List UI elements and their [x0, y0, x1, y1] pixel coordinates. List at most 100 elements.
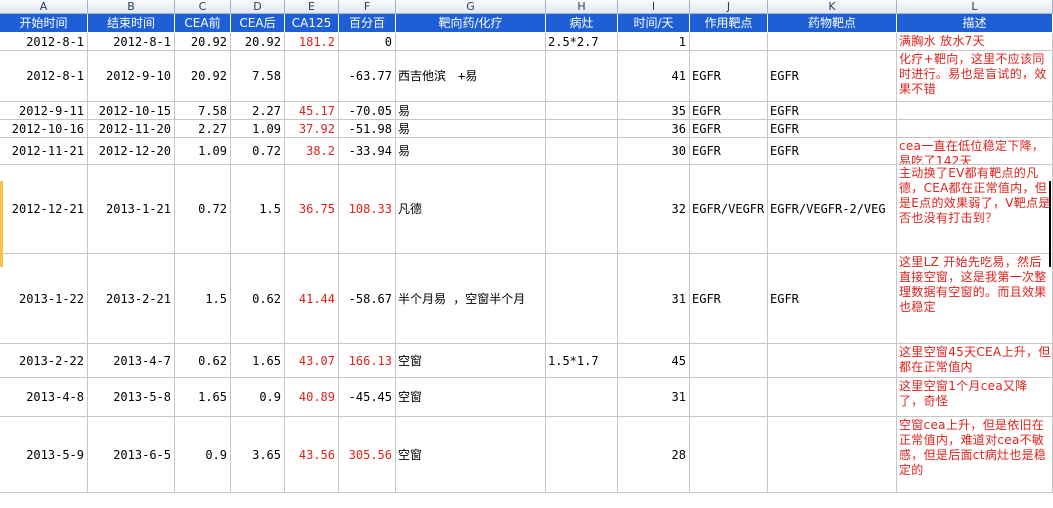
- cell-drug-target[interactable]: EGFR: [768, 138, 897, 165]
- column-header-f[interactable]: F: [339, 0, 396, 14]
- cell-drug[interactable]: [396, 33, 546, 51]
- cell-percent[interactable]: 305.56: [339, 417, 396, 493]
- cell-ca125[interactable]: 43.56: [285, 417, 339, 493]
- cell-ca125[interactable]: [285, 51, 339, 102]
- cell-drug[interactable]: 空窗: [396, 378, 546, 417]
- cell-percent[interactable]: -63.77: [339, 51, 396, 102]
- cell-cea-after[interactable]: 1.09: [231, 120, 285, 138]
- cell-cea-before[interactable]: 1.65: [175, 378, 231, 417]
- cell-start[interactable]: 2012-8-1: [0, 33, 88, 51]
- cell-days[interactable]: 32: [618, 165, 690, 254]
- column-header-c[interactable]: C: [175, 0, 231, 14]
- cell-percent[interactable]: 0: [339, 33, 396, 51]
- cell-drug[interactable]: 空窗: [396, 417, 546, 493]
- cell-drug-target[interactable]: EGFR: [768, 102, 897, 120]
- cell-percent[interactable]: -33.94: [339, 138, 396, 165]
- cell-days[interactable]: 28: [618, 417, 690, 493]
- cell-ca125[interactable]: 43.07: [285, 344, 339, 378]
- cell-days[interactable]: 30: [618, 138, 690, 165]
- cell-target[interactable]: EGFR: [690, 102, 768, 120]
- cell-start[interactable]: 2012-12-21: [0, 165, 88, 254]
- cell-cea-after[interactable]: 0.9: [231, 378, 285, 417]
- cell-days[interactable]: 31: [618, 378, 690, 417]
- cell-drug[interactable]: 凡德: [396, 165, 546, 254]
- column-header-l[interactable]: L: [897, 0, 1053, 14]
- cell-end[interactable]: 2013-2-21: [88, 254, 175, 344]
- cell-note[interactable]: 化疗+靶向，这里不应该同时进行。易也是盲试的，效果不错: [897, 51, 1053, 102]
- cell-lesion[interactable]: [546, 417, 618, 493]
- cell-drug[interactable]: 西吉他滨 +易: [396, 51, 546, 102]
- cell-cea-after[interactable]: 7.58: [231, 51, 285, 102]
- cell-percent[interactable]: 108.33: [339, 165, 396, 254]
- cell-percent[interactable]: -70.05: [339, 102, 396, 120]
- cell-cea-after[interactable]: 2.27: [231, 102, 285, 120]
- cell-days[interactable]: 35: [618, 102, 690, 120]
- cell-end[interactable]: 2013-4-7: [88, 344, 175, 378]
- cell-start[interactable]: 2013-5-9: [0, 417, 88, 493]
- cell-target[interactable]: [690, 33, 768, 51]
- cell-target[interactable]: EGFR: [690, 120, 768, 138]
- cell-note[interactable]: 这里空窗45天CEA上升，但都在正常值内: [897, 344, 1053, 378]
- cell-cea-before[interactable]: 1.5: [175, 254, 231, 344]
- cell-cea-after[interactable]: 20.92: [231, 33, 285, 51]
- cell-drug[interactable]: 易: [396, 102, 546, 120]
- cell-note[interactable]: [897, 120, 1053, 138]
- cell-drug[interactable]: 易: [396, 138, 546, 165]
- cell-days[interactable]: 1: [618, 33, 690, 51]
- cell-ca125[interactable]: 181.2: [285, 33, 339, 51]
- cell-drug[interactable]: 空窗: [396, 344, 546, 378]
- cell-end[interactable]: 2012-8-1: [88, 33, 175, 51]
- cell-note[interactable]: 这里LZ 开始先吃易，然后直接空窗，这是我第一次整理数据有空窗的。而且效果也稳定: [897, 254, 1053, 344]
- column-header-i[interactable]: I: [618, 0, 690, 14]
- cell-target[interactable]: [690, 417, 768, 493]
- cell-drug-target[interactable]: EGFR: [768, 120, 897, 138]
- cell-end[interactable]: 2013-6-5: [88, 417, 175, 493]
- cell-start[interactable]: 2013-1-22: [0, 254, 88, 344]
- header-cell-note[interactable]: 描述: [897, 14, 1053, 33]
- cell-cea-before[interactable]: 2.27: [175, 120, 231, 138]
- column-header-h[interactable]: H: [546, 0, 618, 14]
- header-cell-days[interactable]: 时间/天: [618, 14, 690, 33]
- cell-cea-after[interactable]: 0.62: [231, 254, 285, 344]
- cell-lesion[interactable]: [546, 254, 618, 344]
- cell-start[interactable]: 2012-9-11: [0, 102, 88, 120]
- cell-ca125[interactable]: 45.17: [285, 102, 339, 120]
- header-cell-drug[interactable]: 靶向药/化疗: [396, 14, 546, 33]
- cell-days[interactable]: 41: [618, 51, 690, 102]
- cell-start[interactable]: 2012-10-16: [0, 120, 88, 138]
- header-cell-ca125[interactable]: CA125: [285, 14, 339, 33]
- cell-start[interactable]: 2013-4-8: [0, 378, 88, 417]
- cell-target[interactable]: EGFR: [690, 138, 768, 165]
- cell-target[interactable]: EGFR: [690, 51, 768, 102]
- cell-percent[interactable]: -58.67: [339, 254, 396, 344]
- cell-cea-before[interactable]: 0.72: [175, 165, 231, 254]
- column-header-d[interactable]: D: [231, 0, 285, 14]
- cell-cea-after[interactable]: 3.65: [231, 417, 285, 493]
- cell-end[interactable]: 2013-1-21: [88, 165, 175, 254]
- cell-note[interactable]: 空窗cea上升，但是依旧在正常值内，难道对cea不敏感，但是后面ct病灶也是稳定…: [897, 417, 1053, 493]
- cell-cea-before[interactable]: 7.58: [175, 102, 231, 120]
- cell-note[interactable]: 满胸水 放水7天: [897, 33, 1053, 51]
- header-cell-drug-target[interactable]: 药物靶点: [768, 14, 897, 33]
- cell-start[interactable]: 2013-2-22: [0, 344, 88, 378]
- header-cell-lesion[interactable]: 病灶: [546, 14, 618, 33]
- cell-cea-before[interactable]: 20.92: [175, 51, 231, 102]
- cell-note[interactable]: cea一直在低位稳定下降，易吃了142天: [897, 138, 1053, 165]
- cell-end[interactable]: 2012-11-20: [88, 120, 175, 138]
- column-header-b[interactable]: B: [88, 0, 175, 14]
- cell-drug[interactable]: 易: [396, 120, 546, 138]
- cell-end[interactable]: 2012-12-20: [88, 138, 175, 165]
- cell-target[interactable]: [690, 378, 768, 417]
- cell-end[interactable]: 2013-5-8: [88, 378, 175, 417]
- cell-start[interactable]: 2012-8-1: [0, 51, 88, 102]
- cell-note[interactable]: 主动换了EV都有靶点的凡德，CEA都在正常值内，但是E点的效果弱了，V靶点是否也…: [897, 165, 1053, 254]
- column-header-e[interactable]: E: [285, 0, 339, 14]
- column-header-a[interactable]: A: [0, 0, 88, 14]
- cell-lesion[interactable]: 1.5*1.7: [546, 344, 618, 378]
- cell-start[interactable]: 2012-11-21: [0, 138, 88, 165]
- column-header-g[interactable]: G: [396, 0, 546, 14]
- header-cell-target[interactable]: 作用靶点: [690, 14, 768, 33]
- cell-drug-target[interactable]: EGFR: [768, 254, 897, 344]
- cell-cea-before[interactable]: 0.62: [175, 344, 231, 378]
- cell-cea-after[interactable]: 1.5: [231, 165, 285, 254]
